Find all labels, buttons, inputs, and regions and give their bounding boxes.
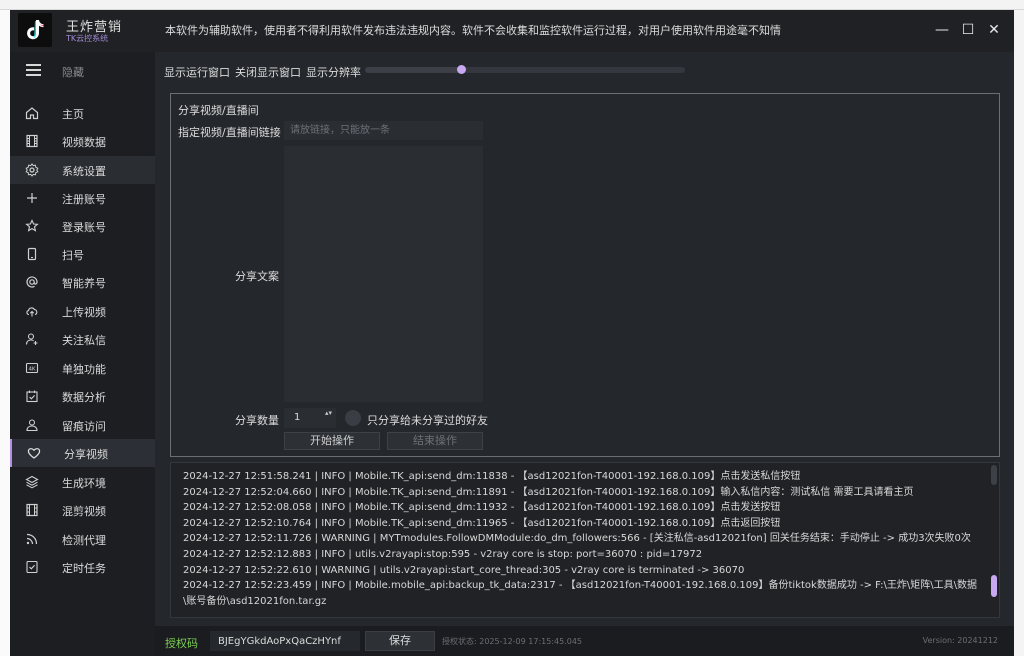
share-video-panel: 分享视频/直播间 指定视频/直播间链接 分享文案 分享数量 1 ▴▾ 只分享给未… (170, 93, 1000, 457)
log-line: 2024-12-27 12:52:23.459 | INFO | Mobile.… (183, 580, 977, 607)
auth-code-label: 授权码 (165, 637, 198, 650)
sidebar-item-home[interactable]: 主页 (10, 99, 155, 127)
log-lines: 2024-12-27 12:51:58.241 | INFO | Mobile.… (183, 469, 979, 609)
sidebar-item-scan[interactable]: 扫号 (10, 240, 155, 268)
sidebar: 隐藏 主页 视频数据 系统设置 注册账号 登录账号 扫号 智能养号 上传视频 关… (10, 52, 155, 656)
log-scrollbar-thumb[interactable] (991, 575, 997, 597)
sidebar-toggle-row[interactable]: 隐藏 (10, 52, 155, 90)
show-run-window-toggle[interactable]: 显示运行窗口 (164, 66, 230, 79)
log-line: 2024-12-27 12:52:22.610 | WARNING | util… (183, 564, 745, 576)
start-button[interactable]: 开始操作 (284, 432, 380, 450)
sidebar-item-standalone-features[interactable]: 4K 单独功能 (10, 354, 155, 382)
resolution-label: 显示分辨率 (306, 66, 361, 79)
sidebar-item-system-settings[interactable]: 系统设置 (10, 156, 155, 184)
phone-icon (25, 247, 39, 261)
sidebar-item-mix-cut-video[interactable]: 混剪视频 (10, 496, 155, 524)
share-count-label: 分享数量 (235, 414, 279, 427)
users-icon (25, 418, 39, 432)
only-unshared-label: 只分享给未分享过的好友 (367, 414, 488, 427)
share-copy-textarea[interactable] (284, 146, 483, 402)
sidebar-item-generate-environment[interactable]: 生成环境 (10, 468, 155, 496)
app-subtitle: TK云控系统 (66, 34, 109, 43)
minimize-icon: — (935, 22, 949, 38)
close-icon: ✕ (988, 22, 1000, 38)
film-icon (25, 134, 39, 148)
disclaimer-notice: 本软件为辅助软件，使用者不得利用软件发布违法违规内容。软件不会收集和监控软件运行… (165, 24, 781, 37)
log-line: 2024-12-27 12:52:10.764 | INFO | Mobile.… (183, 517, 781, 529)
close-display-window-toggle[interactable]: 关闭显示窗口 (235, 66, 301, 79)
hamburger-menu-icon[interactable] (26, 64, 41, 76)
star-icon (25, 219, 39, 233)
rss-icon (25, 532, 39, 546)
gear-icon (25, 163, 39, 177)
save-button[interactable]: 保存 (365, 631, 435, 651)
log-line: 2024-12-27 12:52:11.726 | WARNING | MYTm… (183, 533, 971, 545)
layers-icon (25, 475, 39, 489)
sidebar-item-video-data[interactable]: 视频数据 (10, 127, 155, 155)
log-line: 2024-12-27 12:52:08.058 | INFO | Mobile.… (183, 502, 781, 514)
sidebar-item-register-account[interactable]: 注册账号 (10, 184, 155, 212)
task-check-icon (25, 560, 39, 574)
sidebar-item-upload-video[interactable]: 上传视频 (10, 297, 155, 325)
sidebar-item-trace-visit[interactable]: 留痕访问 (10, 411, 155, 439)
maximize-button[interactable]: ☐ (958, 20, 978, 40)
sidebar-item-data-analysis[interactable]: 数据分析 (10, 382, 155, 410)
log-line: 2024-12-27 12:52:12.883 | INFO | utils.v… (183, 548, 703, 560)
log-line: 2024-12-27 12:51:58.241 | INFO | Mobile.… (183, 471, 801, 482)
desktop-taskbar-strip (0, 0, 1024, 10)
auth-status-text: 授权状态: 2025-12-09 17:15:45.045 (442, 637, 583, 646)
log-scrollbar-track-top (991, 465, 997, 485)
stop-button[interactable]: 结束操作 (387, 432, 483, 450)
plus-icon (25, 191, 39, 205)
app-window: 王炸营销 TK云控系统 本软件为辅助软件，使用者不得利用软件发布违法违规内容。软… (10, 10, 1014, 656)
log-panel: 2024-12-27 12:51:58.241 | INFO | Mobile.… (170, 462, 1000, 618)
sidebar-item-follow-message[interactable]: 关注私信 (10, 325, 155, 353)
sidebar-item-smart-nurture[interactable]: 智能养号 (10, 268, 155, 296)
display-options: 显示运行窗口 关闭显示窗口 显示分辨率 (164, 64, 366, 80)
cloud-upload-icon (25, 304, 39, 318)
heart-icon (27, 446, 41, 460)
resolution-slider-handle[interactable] (457, 65, 466, 74)
at-icon (25, 275, 39, 289)
stepper-arrows-icon[interactable]: ▴▾ (325, 409, 332, 417)
resolution-slider[interactable] (365, 65, 685, 74)
tiktok-logo-icon (18, 13, 52, 47)
log-scrollbar[interactable] (991, 465, 997, 615)
home-icon (25, 106, 39, 120)
minimize-button[interactable]: — (932, 20, 952, 40)
version-text: Version: 20241212 (922, 636, 998, 645)
sidebar-item-scheduled-tasks[interactable]: 定时任务 (10, 553, 155, 581)
sidebar-item-login-account[interactable]: 登录账号 (10, 212, 155, 240)
resolution-slider-fill (365, 67, 461, 73)
sidebar-item-share-video[interactable]: 分享视频 (10, 439, 155, 467)
share-count-value: 1 (294, 412, 301, 423)
link-input[interactable] (284, 121, 483, 140)
desktop-left-strip (0, 10, 10, 656)
calendar-check-icon (25, 389, 39, 403)
auth-code-input[interactable] (210, 631, 360, 651)
log-line: 2024-12-27 12:52:04.660 | INFO | Mobile.… (183, 486, 914, 498)
status-bar: 授权码 保存 授权状态: 2025-12-09 17:15:45.045 Ver… (155, 626, 1014, 656)
sidebar-item-check-proxy[interactable]: 检测代理 (10, 525, 155, 553)
hide-sidebar-label: 隐藏 (62, 66, 84, 79)
only-unshared-checkbox[interactable] (345, 410, 361, 426)
close-button[interactable]: ✕ (984, 20, 1004, 40)
share-count-stepper[interactable]: 1 ▴▾ (284, 408, 336, 428)
user-follow-icon (25, 332, 39, 346)
4k-icon: 4K (25, 361, 39, 375)
panel-title: 分享视频/直播间 (178, 104, 259, 117)
maximize-icon: ☐ (961, 22, 975, 38)
svg-text:4K: 4K (28, 367, 35, 373)
link-label: 指定视频/直播间链接 (178, 126, 281, 139)
title-bar: 王炸营销 TK云控系统 本软件为辅助软件，使用者不得利用软件发布违法违规内容。软… (10, 10, 1014, 52)
film-edit-icon (25, 503, 39, 517)
share-copy-label: 分享文案 (235, 270, 279, 283)
